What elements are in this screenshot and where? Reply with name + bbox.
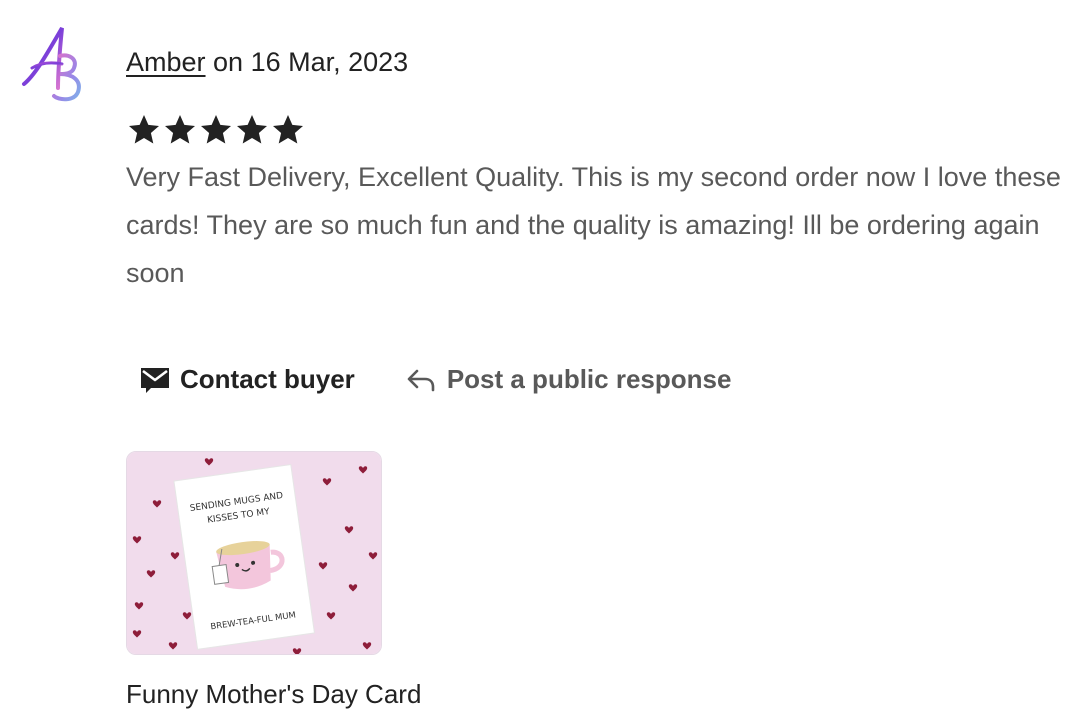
contact-buyer-label: Contact buyer <box>180 363 355 394</box>
star-icon <box>129 115 159 144</box>
star-rating <box>126 110 306 150</box>
product-title[interactable]: Funny Mother's Day Card <box>126 676 421 712</box>
post-public-response-button[interactable]: Post a public response <box>405 363 732 395</box>
star-icon <box>273 115 303 144</box>
product-thumbnail[interactable]: SENDING MUGS AND KISSES TO MY BREW-TEA-F… <box>126 451 382 655</box>
review-actions: Contact buyer Post a public response <box>138 357 731 401</box>
reply-arrow-icon <box>407 369 435 392</box>
reviewer-avatar <box>18 22 88 106</box>
greeting-card: SENDING MUGS AND KISSES TO MY BREW-TEA-F… <box>173 464 316 650</box>
product-image: SENDING MUGS AND KISSES TO MY BREW-TEA-F… <box>127 452 381 654</box>
review-text: Very Fast Delivery, Excellent Quality. T… <box>126 162 1061 288</box>
review-byline: Amber on 16 Mar, 2023 <box>126 44 408 80</box>
star-icon <box>201 115 231 144</box>
reviewer-name-link[interactable]: Amber <box>126 47 206 77</box>
star-icon <box>237 115 267 144</box>
post-public-response-label: Post a public response <box>446 363 732 394</box>
contact-buyer-button[interactable]: Contact buyer <box>138 362 355 396</box>
envelope-icon <box>141 368 169 393</box>
review-date: on 16 Mar, 2023 <box>205 47 409 77</box>
star-icon <box>165 115 195 144</box>
avatar-monogram <box>22 26 81 102</box>
